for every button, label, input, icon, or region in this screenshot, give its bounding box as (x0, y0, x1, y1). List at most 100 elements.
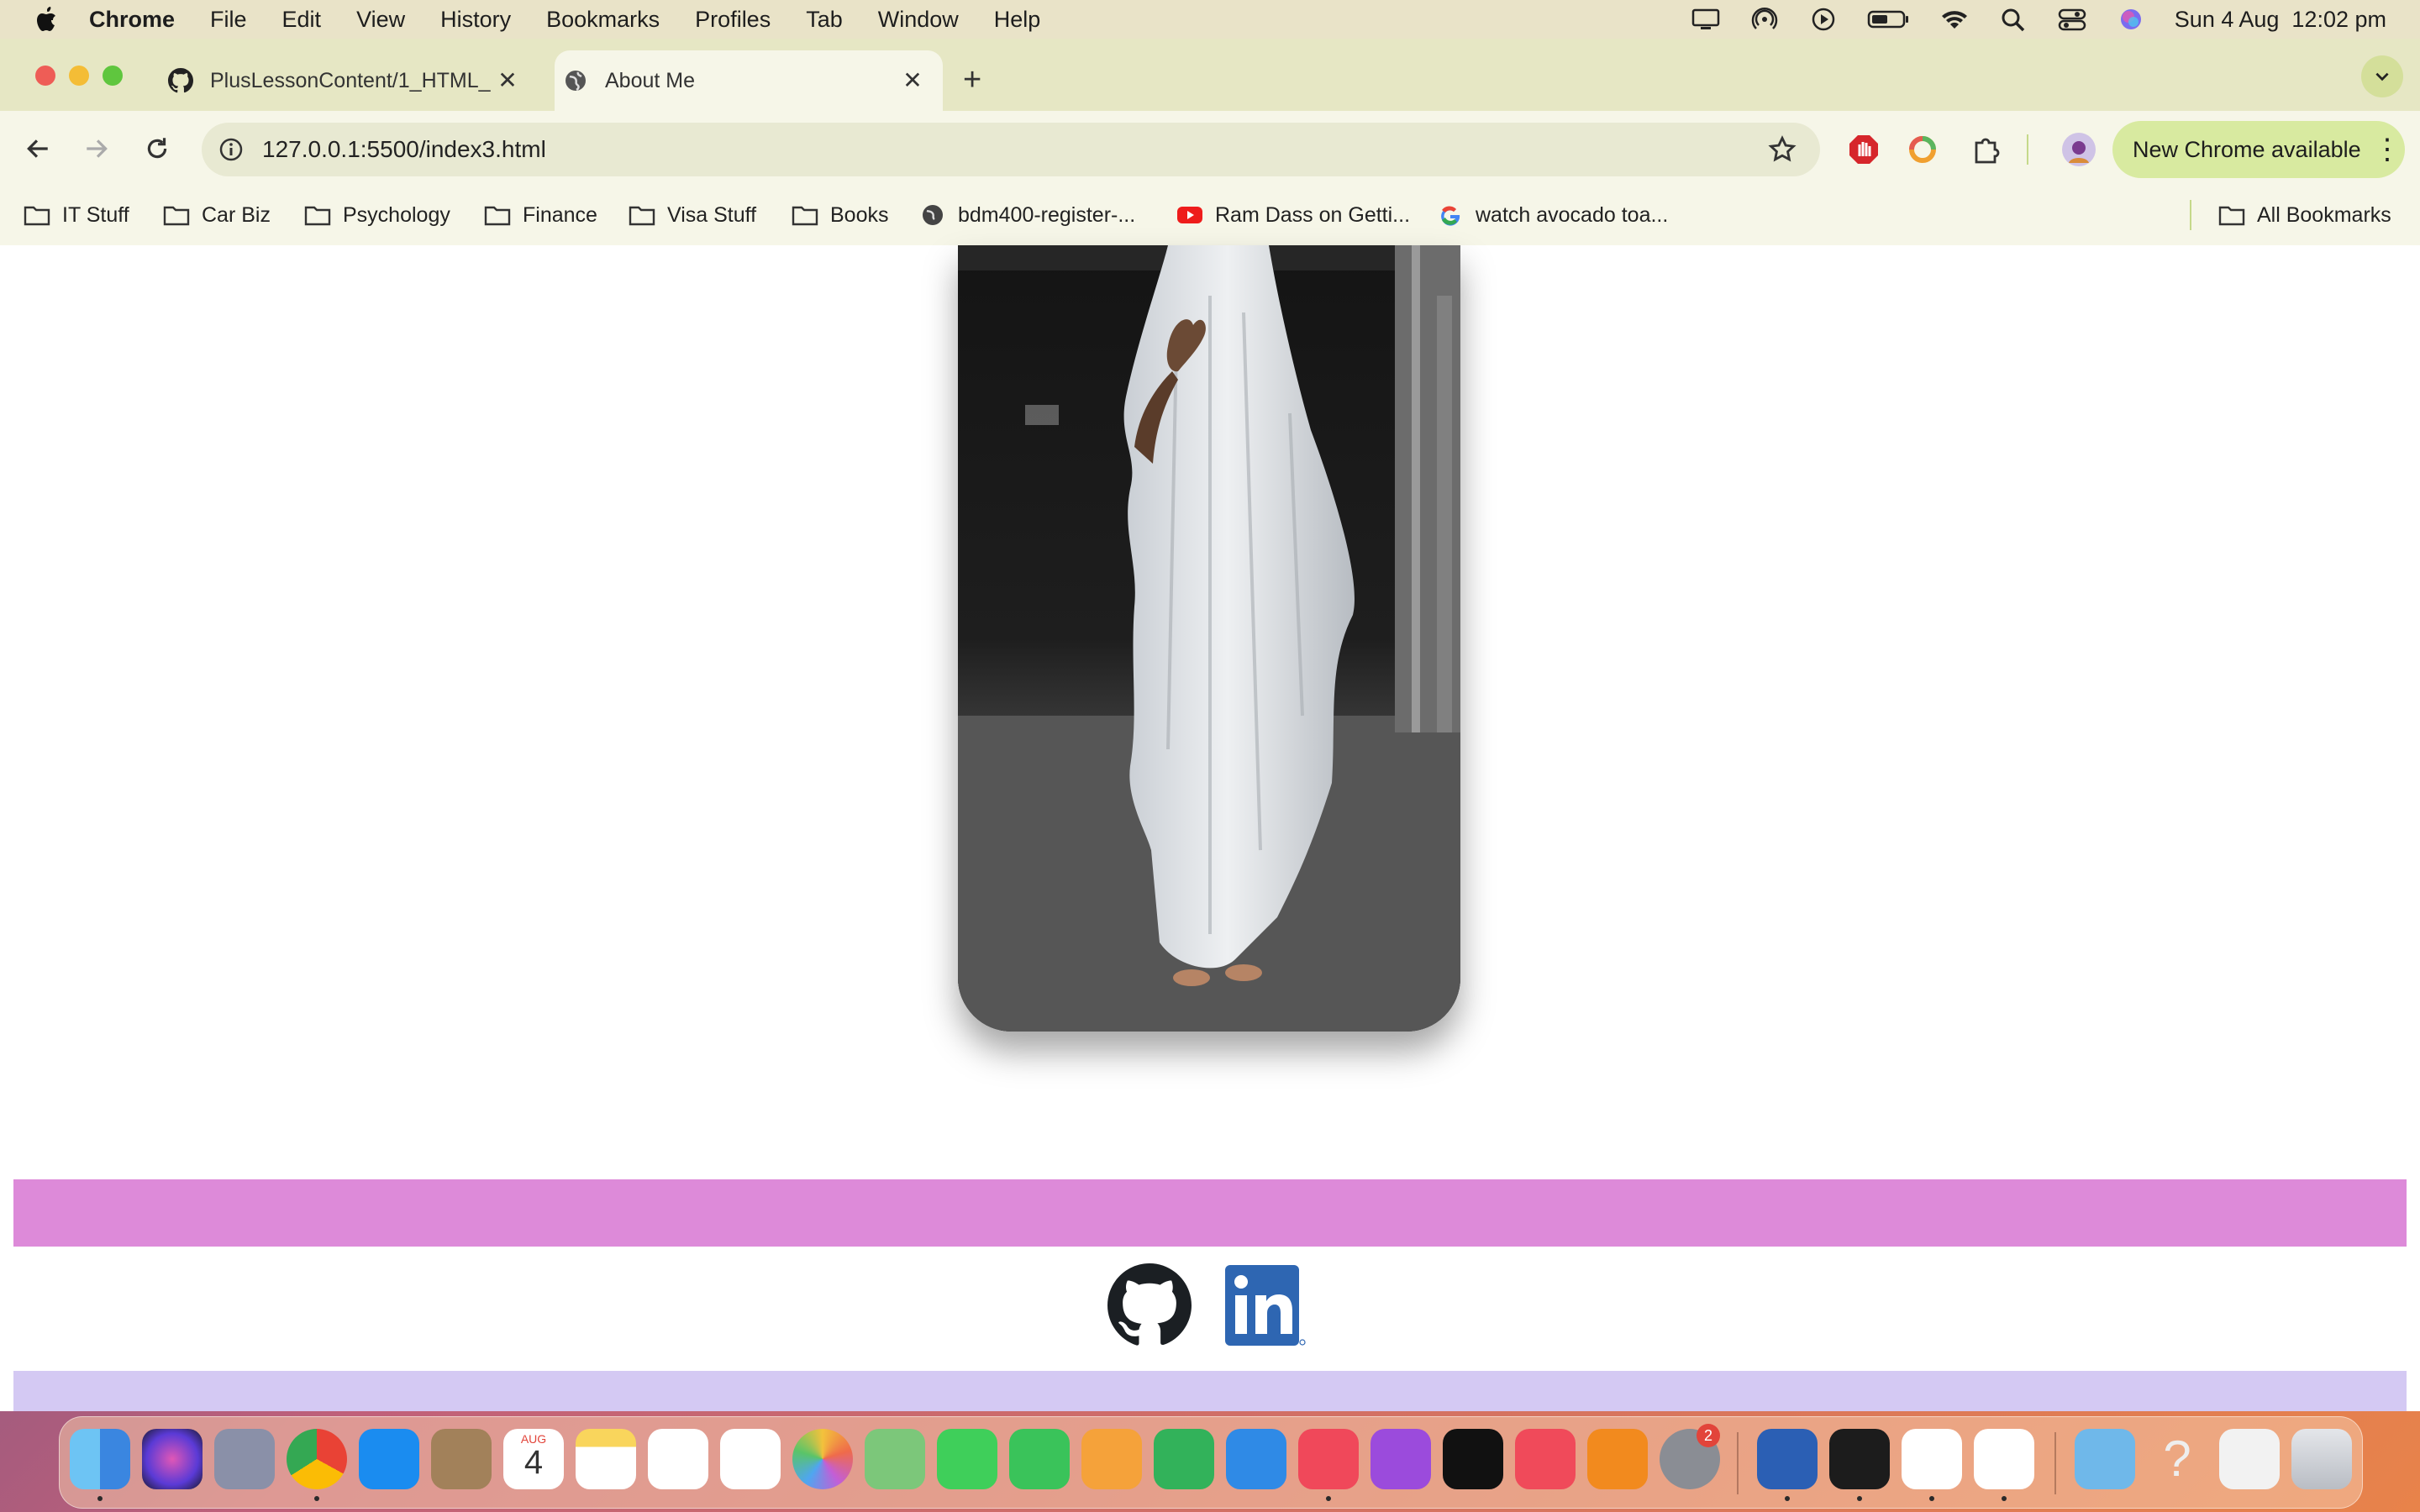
running-indicator (1857, 1496, 1862, 1501)
menu-bookmarks[interactable]: Bookmarks (546, 7, 660, 33)
bookmark-books[interactable]: Books (792, 198, 888, 232)
reminders-icon[interactable] (720, 1429, 781, 1489)
menu-bar: Chrome File Edit View History Bookmarks … (0, 0, 2420, 39)
bookmark-visa-stuff[interactable]: Visa Stuff (629, 198, 756, 232)
freeform-icon[interactable] (648, 1429, 708, 1489)
profile-photo (958, 245, 1460, 1032)
battery-icon[interactable] (1867, 7, 1911, 32)
tab-github[interactable]: PlusLessonContent/1_HTML_ ✕ (160, 50, 538, 111)
photos-icon[interactable] (792, 1429, 853, 1489)
github-icon[interactable] (1107, 1263, 1192, 1347)
vscode-icon[interactable] (1974, 1429, 2034, 1489)
profile-avatar[interactable] (2060, 131, 2097, 168)
word-icon[interactable] (1757, 1429, 1818, 1489)
tab-close-icon[interactable]: ✕ (901, 69, 924, 92)
running-indicator (314, 1496, 319, 1501)
wifi-icon[interactable] (1939, 7, 1970, 32)
podcasts-icon[interactable] (1370, 1429, 1431, 1489)
downloads-folder-icon[interactable] (2075, 1429, 2135, 1489)
terminal-icon[interactable] (1829, 1429, 1890, 1489)
help-question-icon[interactable]: ? (2147, 1429, 2207, 1489)
news-icon[interactable] (1515, 1429, 1576, 1489)
launchpad-icon[interactable] (214, 1429, 275, 1489)
more-vertical-icon[interactable]: ⋮ (2373, 135, 2402, 164)
running-indicator (1785, 1496, 1790, 1501)
url-text[interactable]: 127.0.0.1:5500/index3.html (262, 136, 1768, 163)
window-close-button[interactable] (35, 66, 55, 86)
dock-divider (1737, 1432, 1739, 1494)
tab-search-button[interactable] (2361, 55, 2403, 97)
bookmark-finance[interactable]: Finance (484, 198, 597, 232)
all-bookmarks-button[interactable]: All Bookmarks (2218, 198, 2391, 232)
menu-help[interactable]: Help (994, 7, 1041, 33)
books-icon[interactable] (1587, 1429, 1648, 1489)
menu-profiles[interactable]: Profiles (695, 7, 771, 33)
bookmark-bdm400[interactable]: bdm400-register-... (919, 198, 1135, 232)
arrow-left-icon (27, 139, 48, 158)
airdrop-icon[interactable] (1749, 7, 1780, 32)
menu-bar-clock[interactable]: Sun 4 Aug 12:02 pm (2175, 7, 2386, 33)
numbers-icon[interactable] (1154, 1429, 1214, 1489)
siri-app-icon[interactable] (142, 1429, 203, 1489)
puzzle-extensions-icon[interactable] (1970, 133, 2003, 166)
bookmark-it-stuff[interactable]: IT Stuff (24, 198, 129, 232)
bookmark-star-icon[interactable] (1768, 135, 1797, 164)
bookmark-car-biz[interactable]: Car Biz (163, 198, 271, 232)
reload-icon (147, 138, 167, 159)
address-bar[interactable]: 127.0.0.1:5500/index3.html (202, 123, 1820, 176)
menu-history[interactable]: History (440, 7, 511, 33)
siri-icon[interactable] (2116, 7, 2146, 32)
display-icon[interactable] (1691, 7, 1721, 32)
calendar-day: 4 (523, 1444, 544, 1481)
menu-app-name[interactable]: Chrome (89, 7, 175, 33)
new-chrome-available-button[interactable]: New Chrome available ⋮ (2112, 121, 2405, 178)
music-icon[interactable] (1298, 1429, 1359, 1489)
menu-file[interactable]: File (210, 7, 247, 33)
menu-tab[interactable]: Tab (806, 7, 843, 33)
linkedin-icon[interactable] (1225, 1265, 1306, 1346)
window-zoom-button[interactable] (103, 66, 123, 86)
finder-icon[interactable] (70, 1429, 130, 1489)
forward-button[interactable] (77, 129, 116, 168)
bookmark-psychology[interactable]: Psychology (304, 198, 450, 232)
toolbar-divider (2027, 134, 2028, 165)
new-tab-icon[interactable]: + (963, 62, 981, 98)
window-minimize-button[interactable] (69, 66, 89, 86)
spotlight-search-icon[interactable] (1998, 7, 2028, 32)
trash-icon[interactable] (2291, 1429, 2352, 1489)
back-button[interactable] (18, 129, 57, 168)
bookmark-ram-dass[interactable]: Ram Dass on Getti... (1176, 198, 1410, 232)
menu-edit[interactable]: Edit (282, 7, 322, 33)
control-center-icon[interactable] (2057, 7, 2087, 32)
calendar-icon[interactable]: AUG 4 (503, 1429, 564, 1489)
contacts-icon[interactable] (431, 1429, 492, 1489)
menu-window[interactable]: Window (878, 7, 959, 33)
app-store-icon[interactable] (359, 1429, 419, 1489)
chrome-window: PlusLessonContent/1_HTML_ ✕ About Me ✕ +… (0, 39, 2420, 1411)
site-info-icon[interactable] (218, 137, 244, 162)
now-playing-icon[interactable] (1808, 7, 1839, 32)
page-content (0, 245, 2420, 1411)
reload-button[interactable] (138, 129, 176, 168)
colorful-ring-extension-icon[interactable] (1906, 133, 1939, 166)
bookmark-label: watch avocado toa... (1476, 202, 1669, 227)
document-stack-icon[interactable] (2219, 1429, 2280, 1489)
apple-icon[interactable] (30, 3, 64, 36)
keynote-icon[interactable] (1226, 1429, 1286, 1489)
bookmark-avocado[interactable]: watch avocado toa... (1437, 198, 1668, 232)
browser-toolbar: 127.0.0.1:5500/index3.html New Chrome av… (0, 111, 2420, 186)
apple-tv-icon[interactable] (1443, 1429, 1503, 1489)
tab-close-icon[interactable]: ✕ (496, 69, 519, 92)
menu-view[interactable]: View (356, 7, 405, 33)
messages-icon[interactable] (937, 1429, 997, 1489)
maps-icon[interactable] (865, 1429, 925, 1489)
chevron-down-icon (2375, 72, 2389, 81)
tab-strip: PlusLessonContent/1_HTML_ ✕ About Me ✕ + (0, 39, 2420, 111)
adblock-extension-icon[interactable] (1847, 133, 1881, 166)
facetime-icon[interactable] (1009, 1429, 1070, 1489)
chrome-app-icon[interactable] (287, 1429, 347, 1489)
slack-icon[interactable] (1902, 1429, 1962, 1489)
notes-icon[interactable] (576, 1429, 636, 1489)
tab-about-me[interactable]: About Me ✕ (555, 50, 943, 111)
pages-icon[interactable] (1081, 1429, 1142, 1489)
